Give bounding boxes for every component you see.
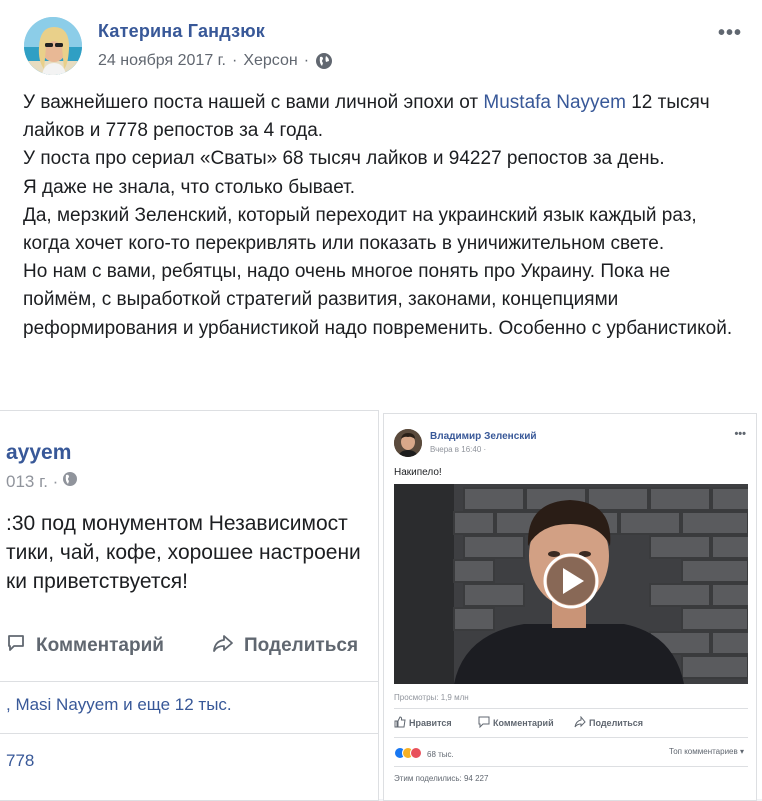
post-text: У важнейшего поста нашей с вами личной э… xyxy=(23,89,743,343)
divider xyxy=(394,708,748,709)
post-paragraph: У поста про сериал «Сваты» 68 тысяч лайк… xyxy=(23,148,665,170)
author-name[interactable]: Катерина Гандзюк xyxy=(98,21,265,42)
video-frame xyxy=(394,484,748,684)
divider xyxy=(394,737,748,738)
post-paragraph: Да, мерзкий Зеленский, который переходит… xyxy=(23,204,697,255)
zelensky-avatar[interactable] xyxy=(394,429,422,457)
share-icon xyxy=(212,633,234,659)
reaction-icons xyxy=(394,747,422,761)
share-button[interactable]: Поделиться xyxy=(574,715,643,730)
comment-button[interactable]: Комментарий xyxy=(6,633,164,659)
video-player[interactable] xyxy=(394,484,748,684)
left-card-text: :30 под монументом Независимост тики, ча… xyxy=(6,512,361,593)
post-location[interactable]: Херсон xyxy=(243,52,297,70)
meta-separator: · xyxy=(232,52,238,69)
top-comments-dropdown[interactable]: Топ комментариев ▾ xyxy=(669,747,744,756)
globe-icon xyxy=(62,471,78,492)
left-card-shares[interactable]: 778 xyxy=(6,751,34,771)
right-card-author[interactable]: Владимир Зеленский xyxy=(430,431,537,442)
more-options-icon[interactable]: ••• xyxy=(718,22,742,45)
share-icon xyxy=(574,715,586,730)
like-button[interactable]: Нравится xyxy=(394,716,452,730)
post-paragraph: Но нам с вами, ребятцы, надо очень много… xyxy=(23,261,733,339)
left-card-likes[interactable]: , Masi Nayyem и еще 12 тыс. xyxy=(6,695,232,715)
author-avatar[interactable] xyxy=(24,17,82,75)
reactions-summary[interactable]: 68 тыс. xyxy=(394,747,454,761)
divider xyxy=(0,681,378,682)
right-card-meta: Вчера в 16:40 · xyxy=(430,445,487,454)
comment-icon xyxy=(6,633,26,659)
share-button[interactable]: Поделиться xyxy=(212,633,358,659)
post-meta: 24 ноября 2017 г. · Херсон · xyxy=(98,52,333,70)
left-card-author[interactable]: ayyem xyxy=(6,441,71,465)
video-views: Просмотры: 1,9 млн xyxy=(394,693,469,702)
meta-separator: · xyxy=(303,52,310,69)
comment-button[interactable]: Комментарий xyxy=(478,716,554,730)
left-screenshot-card: ayyem 013 г. · :30 под монументом Незави… xyxy=(0,410,379,801)
post-date[interactable]: 24 ноября 2017 г. xyxy=(98,52,226,70)
like-icon xyxy=(394,716,406,730)
post-paragraph: Я даже не знала, что столько бывает. xyxy=(23,176,356,198)
left-card-actions: Комментарий Поделиться xyxy=(0,633,378,673)
divider xyxy=(394,766,748,767)
mention-link[interactable]: Mustafa Nayyem xyxy=(483,92,626,113)
more-options-icon[interactable]: ••• xyxy=(734,428,746,440)
love-reaction-icon xyxy=(410,747,422,759)
facebook-post: Катерина Гандзюк 24 ноября 2017 г. · Хер… xyxy=(0,0,762,801)
globe-icon[interactable] xyxy=(315,52,333,70)
divider xyxy=(0,733,378,734)
shares-count[interactable]: Этим поделились: 94 227 xyxy=(394,774,488,783)
post-paragraph: У важнейшего поста нашей с вами личной э… xyxy=(23,92,710,142)
left-card-date: 013 г. · xyxy=(6,471,78,492)
right-card-text: Накипело! xyxy=(394,467,442,478)
right-screenshot-card: Владимир Зеленский Вчера в 16:40 · ••• Н… xyxy=(383,413,757,801)
comment-icon xyxy=(478,716,490,730)
